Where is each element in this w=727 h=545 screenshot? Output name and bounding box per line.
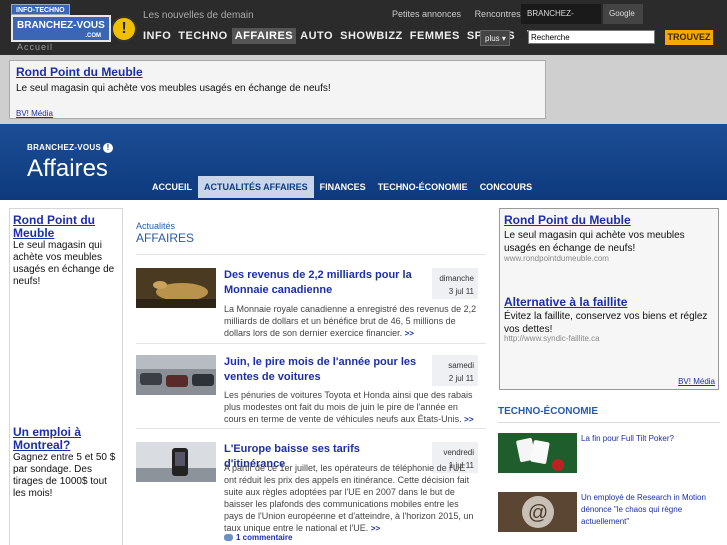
divider [136, 428, 486, 429]
article-thumbnail[interactable] [136, 355, 216, 395]
affaires-subnav: ACCUEIL ACTUALITÉS AFFAIRES FINANCES TECHNO… [146, 176, 538, 198]
article: L'Europe baisse ses tarifs d'itinérance … [136, 442, 486, 545]
subnav-techno-economie[interactable]: TECHNO-ÉCONOMIE [372, 176, 474, 198]
nav-techno[interactable]: TECHNO [175, 28, 230, 44]
affaires-logo[interactable]: BRANCHEZ-VOUS! Affaires [27, 143, 114, 183]
site-header: INFO-TECHNO BRANCHEZ-VOUS .COM ! Accueil… [0, 0, 727, 55]
divider [136, 343, 486, 344]
techno-section-title[interactable]: TECHNO-ÉCONOMIE [498, 406, 598, 417]
section-title: AFFAIRES [136, 231, 195, 245]
techno-thumbnail[interactable]: @ [498, 492, 577, 532]
right-ad-title[interactable]: Alternative à la faillite [504, 295, 627, 309]
accueil-link[interactable]: Accueil [17, 42, 53, 52]
article-date: dimanche 3 jul 11 [432, 268, 478, 299]
comments-link[interactable]: 1 commentaire [224, 533, 292, 542]
right-ad-url[interactable]: www.rondpointdumeuble.com [504, 254, 609, 263]
top-ad-band: Rond Point du Meuble Le seul magasin qui… [0, 55, 727, 124]
left-ad-title[interactable]: Un emploi à Montreal? [13, 426, 118, 452]
left-ad-desc: Gagnez entre 5 et 50 $ par sondage. Des … [13, 452, 116, 499]
techno-thumbnail[interactable] [498, 433, 577, 473]
comment-icon [224, 534, 233, 542]
site-tagline: Les nouvelles de demain [143, 10, 254, 21]
exclamation-icon: ! [111, 16, 137, 42]
search-tab-branchez-vous[interactable]: BRANCHEZ-VOUS! [521, 4, 601, 38]
article-summary: La Monnaie royale canadienne a enregistr… [224, 304, 477, 338]
read-more-link[interactable]: >> [371, 524, 380, 533]
top-ad[interactable]: Rond Point du Meuble Le seul magasin qui… [9, 60, 546, 119]
top-ad-desc: Le seul magasin qui achète vos meubles u… [16, 83, 331, 94]
nav-showbizz[interactable]: SHOWBIZZ [337, 28, 406, 44]
affaires-title: Affaires [27, 155, 108, 182]
subnav-finances[interactable]: FINANCES [314, 176, 372, 198]
svg-text:@: @ [528, 502, 548, 524]
exclamation-icon: ! [103, 143, 114, 153]
plus-dropdown[interactable]: plus ▾ [480, 30, 510, 46]
left-ad-desc: Le seul magasin qui achète vos meubles u… [13, 240, 115, 287]
search-input[interactable] [528, 30, 655, 44]
nav-affaires[interactable]: AFFAIRES [231, 28, 297, 44]
techno-item-title[interactable]: Un employé de Research in Motion dénonce… [581, 492, 720, 528]
search-tab-google[interactable]: Google [603, 4, 643, 24]
right-ad-desc: Le seul magasin qui achète vos meubles u… [504, 230, 685, 254]
right-ad-title[interactable]: Rond Point du Meuble [504, 213, 631, 227]
article-title[interactable]: Juin, le pire mois de l'année pour les v… [224, 355, 424, 385]
subnav-actualites[interactable]: ACTUALITÉS AFFAIRES [198, 176, 314, 198]
article-title[interactable]: Des revenus de 2,2 milliards pour la Mon… [224, 268, 424, 298]
chevron-down-icon: ▾ [501, 34, 506, 43]
top-ad-title[interactable]: Rond Point du Meuble [16, 65, 143, 79]
article: Juin, le pire mois de l'année pour les v… [136, 355, 486, 430]
left-ad-title[interactable]: Rond Point du Meuble [13, 214, 118, 240]
subnav-concours[interactable]: CONCOURS [474, 176, 539, 198]
main-nav: INFOTECHNOAFFAIRESAUTOSHOWBIZZFEMMESSPOR… [140, 28, 519, 44]
divider [136, 254, 486, 255]
site-logo[interactable]: INFO-TECHNO BRANCHEZ-VOUS .COM ! [11, 4, 137, 42]
top-links: Petites annonces Rencontres [392, 9, 532, 19]
right-ads: Rond Point du Meuble Le seul magasin qui… [499, 208, 719, 390]
link-petites-annonces[interactable]: Petites annonces [392, 9, 461, 19]
subnav-accueil[interactable]: ACCUEIL [146, 176, 198, 198]
article-summary: A partir de ce 1er juillet, les opérateu… [224, 463, 474, 533]
techno-item-title[interactable]: La fin pour Full Tilt Poker? [581, 433, 720, 445]
nav-auto[interactable]: AUTO [297, 28, 336, 44]
read-more-link[interactable]: >> [405, 329, 414, 338]
nav-femmes[interactable]: FEMMES [407, 28, 463, 44]
article: Des revenus de 2,2 milliards pour la Mon… [136, 268, 486, 343]
article-thumbnail[interactable] [136, 442, 216, 482]
article-summary: Les pénuries de voitures Toyota et Honda… [224, 390, 474, 424]
top-ad-source[interactable]: BV! Média [16, 109, 53, 118]
logo-tag: INFO-TECHNO [11, 4, 70, 15]
right-ad-url[interactable]: http://www.syndic-faillite.ca [504, 334, 600, 343]
link-rencontres[interactable]: Rencontres [475, 9, 521, 19]
affaires-header: BRANCHEZ-VOUS! Affaires ACCUEIL ACTUALITÉ… [0, 124, 727, 200]
right-ads-source[interactable]: BV! Média [678, 377, 715, 386]
nav-info[interactable]: INFO [140, 28, 174, 44]
read-more-link[interactable]: >> [464, 415, 473, 424]
left-ads: Rond Point du Meuble Le seul magasin qui… [9, 208, 123, 545]
article-thumbnail[interactable] [136, 268, 216, 308]
right-ad-desc: Évitez la faillite, conservez vos biens … [504, 311, 708, 335]
article-date: samedi 2 jul 11 [432, 355, 478, 386]
section-supertitle: Actualités [136, 221, 176, 231]
search-button[interactable]: TROUVEZ [665, 30, 713, 45]
divider [498, 422, 720, 423]
logo-name: BRANCHEZ-VOUS .COM [11, 15, 111, 42]
